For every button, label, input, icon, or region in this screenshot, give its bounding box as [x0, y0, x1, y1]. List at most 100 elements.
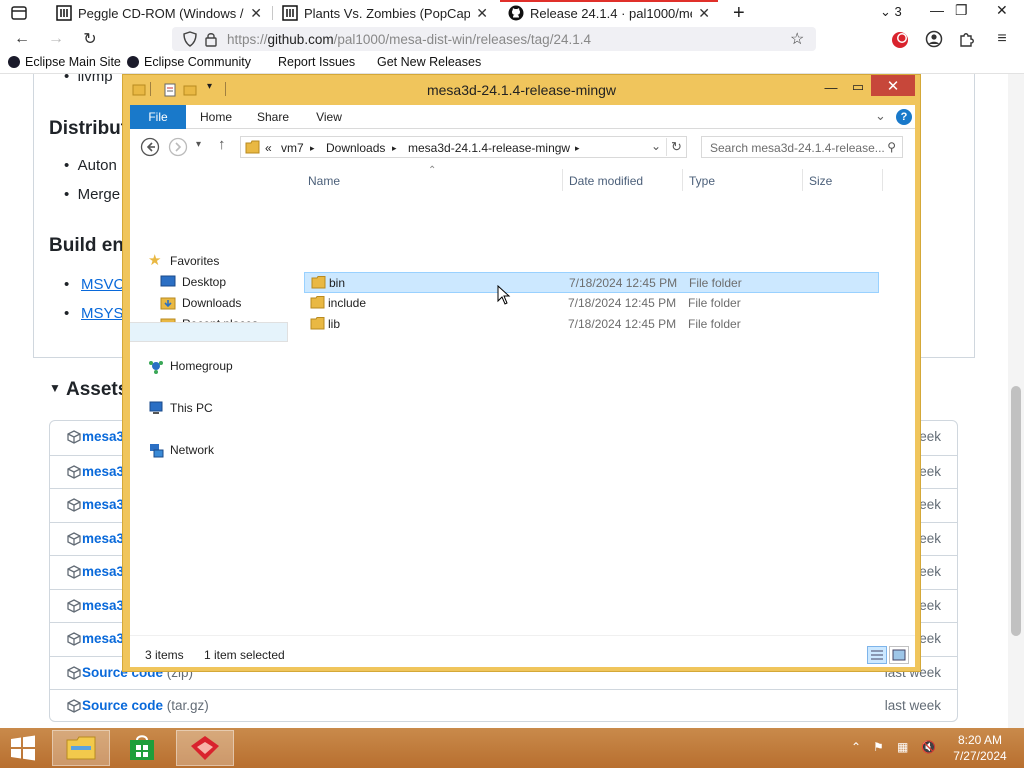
asset-name[interactable]: Source code (tar.gz)	[82, 698, 209, 713]
collapse-triangle-icon[interactable]: ▼	[49, 381, 61, 395]
details-view-icon[interactable]	[867, 646, 887, 664]
reload-icon[interactable]: ↻	[80, 29, 100, 49]
explorer-minimize-icon[interactable]: —	[817, 77, 845, 97]
nav-downloads[interactable]: Downloads	[160, 293, 241, 312]
asset-name[interactable]: mesa3	[82, 631, 124, 646]
ribbon-tab-share[interactable]: Share	[248, 105, 298, 129]
asset-name[interactable]: mesa3	[82, 464, 124, 479]
browser-tab-release[interactable]: Release 24.1.4 · pal1000/mesa-d ✕	[500, 0, 718, 26]
taskbar-firefox[interactable]	[176, 730, 234, 766]
bookmark-eclipse-main[interactable]: Eclipse Main Site	[8, 55, 121, 69]
browser-tab-pvz[interactable]: Plants Vs. Zombies (PopCap) (2( ✕	[274, 0, 496, 26]
taskbar-file-explorer[interactable]	[52, 730, 110, 766]
nav-network[interactable]: Network	[148, 440, 214, 459]
close-icon[interactable]: ✕	[996, 2, 1008, 19]
nav-this-pc[interactable]: This PC	[148, 398, 213, 417]
refresh-icon[interactable]: ↻	[671, 139, 682, 155]
browser-tab-peggle[interactable]: Peggle CD-ROM (Windows / Ma ✕	[48, 0, 270, 26]
lock-icon[interactable]	[204, 31, 218, 47]
folder-icon	[310, 296, 325, 309]
file-row-lib[interactable]: lib 7/18/2024 12:45 PM File folder	[304, 314, 879, 335]
network-tray-icon[interactable]: ▦	[897, 740, 913, 756]
account-icon[interactable]	[925, 30, 943, 48]
page-scrollbar[interactable]	[1008, 74, 1024, 728]
forward-icon[interactable]: →	[46, 29, 66, 49]
tracking-shield-icon[interactable]	[182, 31, 198, 47]
file-row-bin[interactable]: bin 7/18/2024 12:45 PM File folder	[304, 272, 879, 293]
link-msys[interactable]: MSYS	[81, 305, 124, 322]
nav-favorites[interactable]: ★ Favorites	[148, 251, 219, 270]
asset-name[interactable]: mesa3	[82, 598, 124, 613]
breadcrumb-chevron-icon[interactable]: ▸	[310, 143, 315, 154]
breadcrumb-chevron-icon[interactable]: ▸	[575, 143, 580, 154]
recent-locations-icon[interactable]: ▾	[196, 139, 201, 150]
expand-ribbon-icon[interactable]: ⌄	[875, 108, 886, 124]
volume-muted-icon[interactable]: 🔇	[921, 740, 937, 756]
ribbon-tab-file[interactable]: File	[130, 105, 186, 129]
up-arrow-icon[interactable]: ↑	[218, 136, 226, 153]
tab-close-icon[interactable]: ✕	[476, 5, 488, 22]
asset-name[interactable]: mesa3	[82, 497, 124, 512]
bookmark-eclipse-community[interactable]: Eclipse Community	[127, 55, 251, 69]
menu-hamburger-icon[interactable]: ≡	[992, 29, 1012, 49]
breadcrumb-item-current[interactable]: mesa3d-24.1.4-release-mingw	[408, 141, 570, 155]
asset-row[interactable]: Source code (tar.gz) last week	[50, 689, 957, 722]
nav-desktop[interactable]: Desktop	[160, 272, 226, 291]
status-selection-count: 1 item selected	[204, 648, 285, 662]
column-header-type[interactable]: Type	[689, 174, 715, 188]
scrollbar-thumb[interactable]	[1011, 386, 1021, 636]
list-all-tabs-icon[interactable]	[10, 4, 28, 22]
taskbar-store[interactable]	[113, 730, 171, 766]
bookmark-report-issues[interactable]: Report Issues	[278, 55, 355, 69]
bookmark-get-new-releases[interactable]: Get New Releases	[377, 55, 481, 69]
file-row-include[interactable]: include 7/18/2024 12:45 PM File folder	[304, 293, 879, 314]
url-bar[interactable]: https://github.com/pal1000/mesa-dist-win…	[172, 27, 816, 51]
tray-overflow-icon[interactable]: ⌃	[851, 740, 867, 756]
explorer-title-bar[interactable]: ▾ mesa3d-24.1.4-release-mingw — ▭ ✕	[123, 75, 920, 105]
nav-label: Desktop	[182, 274, 227, 289]
assets-heading[interactable]: Assets	[66, 379, 128, 401]
new-tab-icon[interactable]: +	[733, 2, 745, 25]
link-msvc[interactable]: MSVC	[81, 276, 124, 293]
tab-title: Peggle CD-ROM (Windows / Ma	[78, 5, 244, 21]
back-icon[interactable]: ←	[12, 29, 32, 49]
search-icon[interactable]: ⚲	[887, 140, 896, 154]
computer-icon	[149, 401, 163, 414]
minimize-icon[interactable]: —	[930, 2, 944, 18]
breadcrumb-overflow[interactable]: «	[265, 141, 272, 155]
ribbon-tab-home[interactable]: Home	[190, 105, 242, 129]
heading-build: Build en	[49, 235, 124, 256]
bookmark-star-icon[interactable]: ☆	[790, 29, 804, 49]
restore-icon[interactable]: ❐	[955, 2, 968, 19]
search-input[interactable]: Search mesa3d-24.1.4-release... ⚲	[701, 136, 903, 158]
eclipse-favicon-icon	[8, 56, 20, 68]
tab-close-icon[interactable]: ✕	[250, 5, 262, 22]
explorer-close-button[interactable]: ✕	[871, 75, 915, 96]
breadcrumb-item-downloads[interactable]: Downloads	[326, 141, 385, 155]
file-explorer-window: ▾ mesa3d-24.1.4-release-mingw — ▭ ✕ File…	[122, 74, 921, 672]
asset-name[interactable]: mesa3	[82, 531, 124, 546]
nav-homegroup[interactable]: Homegroup	[148, 356, 233, 375]
address-dropdown-icon[interactable]: ⌄	[651, 139, 661, 153]
breadcrumb-chevron-icon[interactable]: ▸	[392, 143, 397, 154]
column-header-size[interactable]: Size	[809, 174, 832, 188]
extensions-puzzle-icon[interactable]	[958, 30, 976, 48]
explorer-maximize-icon[interactable]: ▭	[844, 77, 872, 97]
help-icon[interactable]: ?	[896, 109, 912, 125]
ribbon-tab-view[interactable]: View	[304, 105, 354, 129]
large-icons-view-icon[interactable]	[889, 646, 909, 664]
tab-overflow-count[interactable]: ⌄ 3	[880, 4, 902, 20]
windows-start-icon[interactable]	[8, 734, 38, 762]
breadcrumb-item-vm7[interactable]: vm7	[281, 141, 304, 155]
column-header-name[interactable]: Name	[308, 174, 340, 188]
address-bar[interactable]: « vm7 ▸ Downloads ▸ mesa3d-24.1.4-releas…	[240, 136, 687, 158]
asset-name[interactable]: mesa3	[82, 429, 124, 444]
asset-name[interactable]: mesa3	[82, 564, 124, 579]
forward-icon[interactable]	[168, 137, 188, 157]
column-header-date-modified[interactable]: Date modified	[569, 174, 643, 188]
taskbar-clock[interactable]: 8:20 AM 7/27/2024	[940, 732, 1020, 764]
action-center-flag-icon[interactable]: ⚑	[873, 740, 889, 756]
extension-red-icon[interactable]	[890, 30, 910, 50]
back-icon[interactable]	[140, 137, 160, 157]
tab-close-icon[interactable]: ✕	[698, 5, 710, 22]
